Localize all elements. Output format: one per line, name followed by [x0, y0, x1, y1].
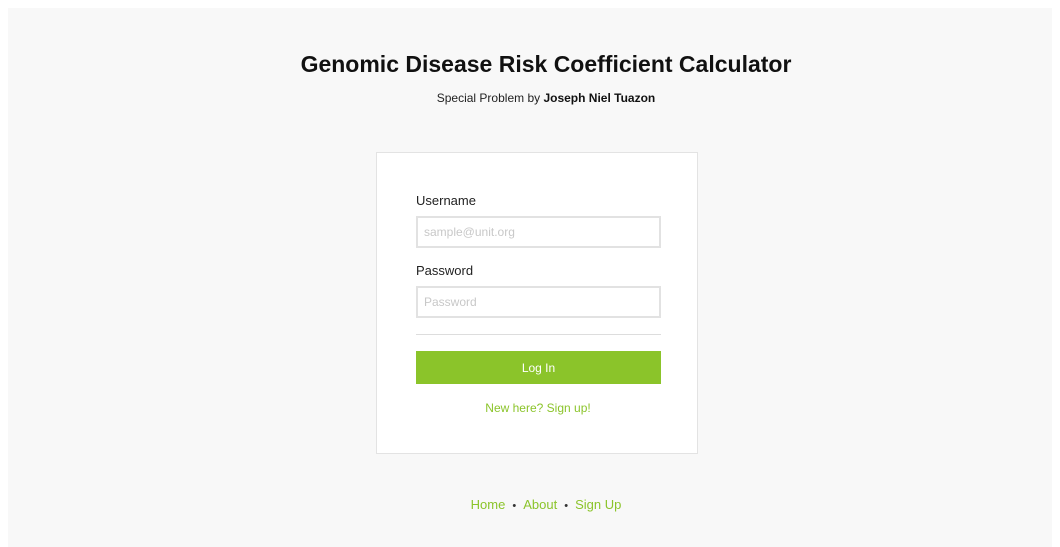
footer-link-home[interactable]: Home	[471, 497, 506, 512]
signup-link[interactable]: New here? Sign up!	[377, 400, 699, 416]
login-button[interactable]: Log In	[416, 351, 661, 384]
page-title: Genomic Disease Risk Coefficient Calcula…	[300, 51, 792, 77]
subtitle-prefix: Special Problem by	[436, 91, 544, 105]
footer-link-about[interactable]: About	[523, 497, 557, 512]
username-input[interactable]	[416, 216, 661, 248]
login-card: Username Password Log In New here? Sign …	[376, 152, 698, 454]
footer-separator: •	[512, 500, 517, 512]
page-subtitle: Special Problem by Joseph Niel Tuazon	[8, 90, 1060, 106]
password-input[interactable]	[416, 286, 661, 318]
footer-nav: Home • About • Sign Up	[8, 497, 1060, 514]
form-divider	[416, 334, 661, 335]
page-background: Genomic Disease Risk Coefficient Calcula…	[8, 8, 1052, 547]
footer-separator: •	[564, 500, 569, 512]
footer-link-signup[interactable]: Sign Up	[575, 497, 621, 512]
password-label: Password	[416, 263, 474, 278]
username-label: Username	[416, 193, 476, 208]
author-name: Joseph Niel Tuazon	[543, 91, 656, 105]
